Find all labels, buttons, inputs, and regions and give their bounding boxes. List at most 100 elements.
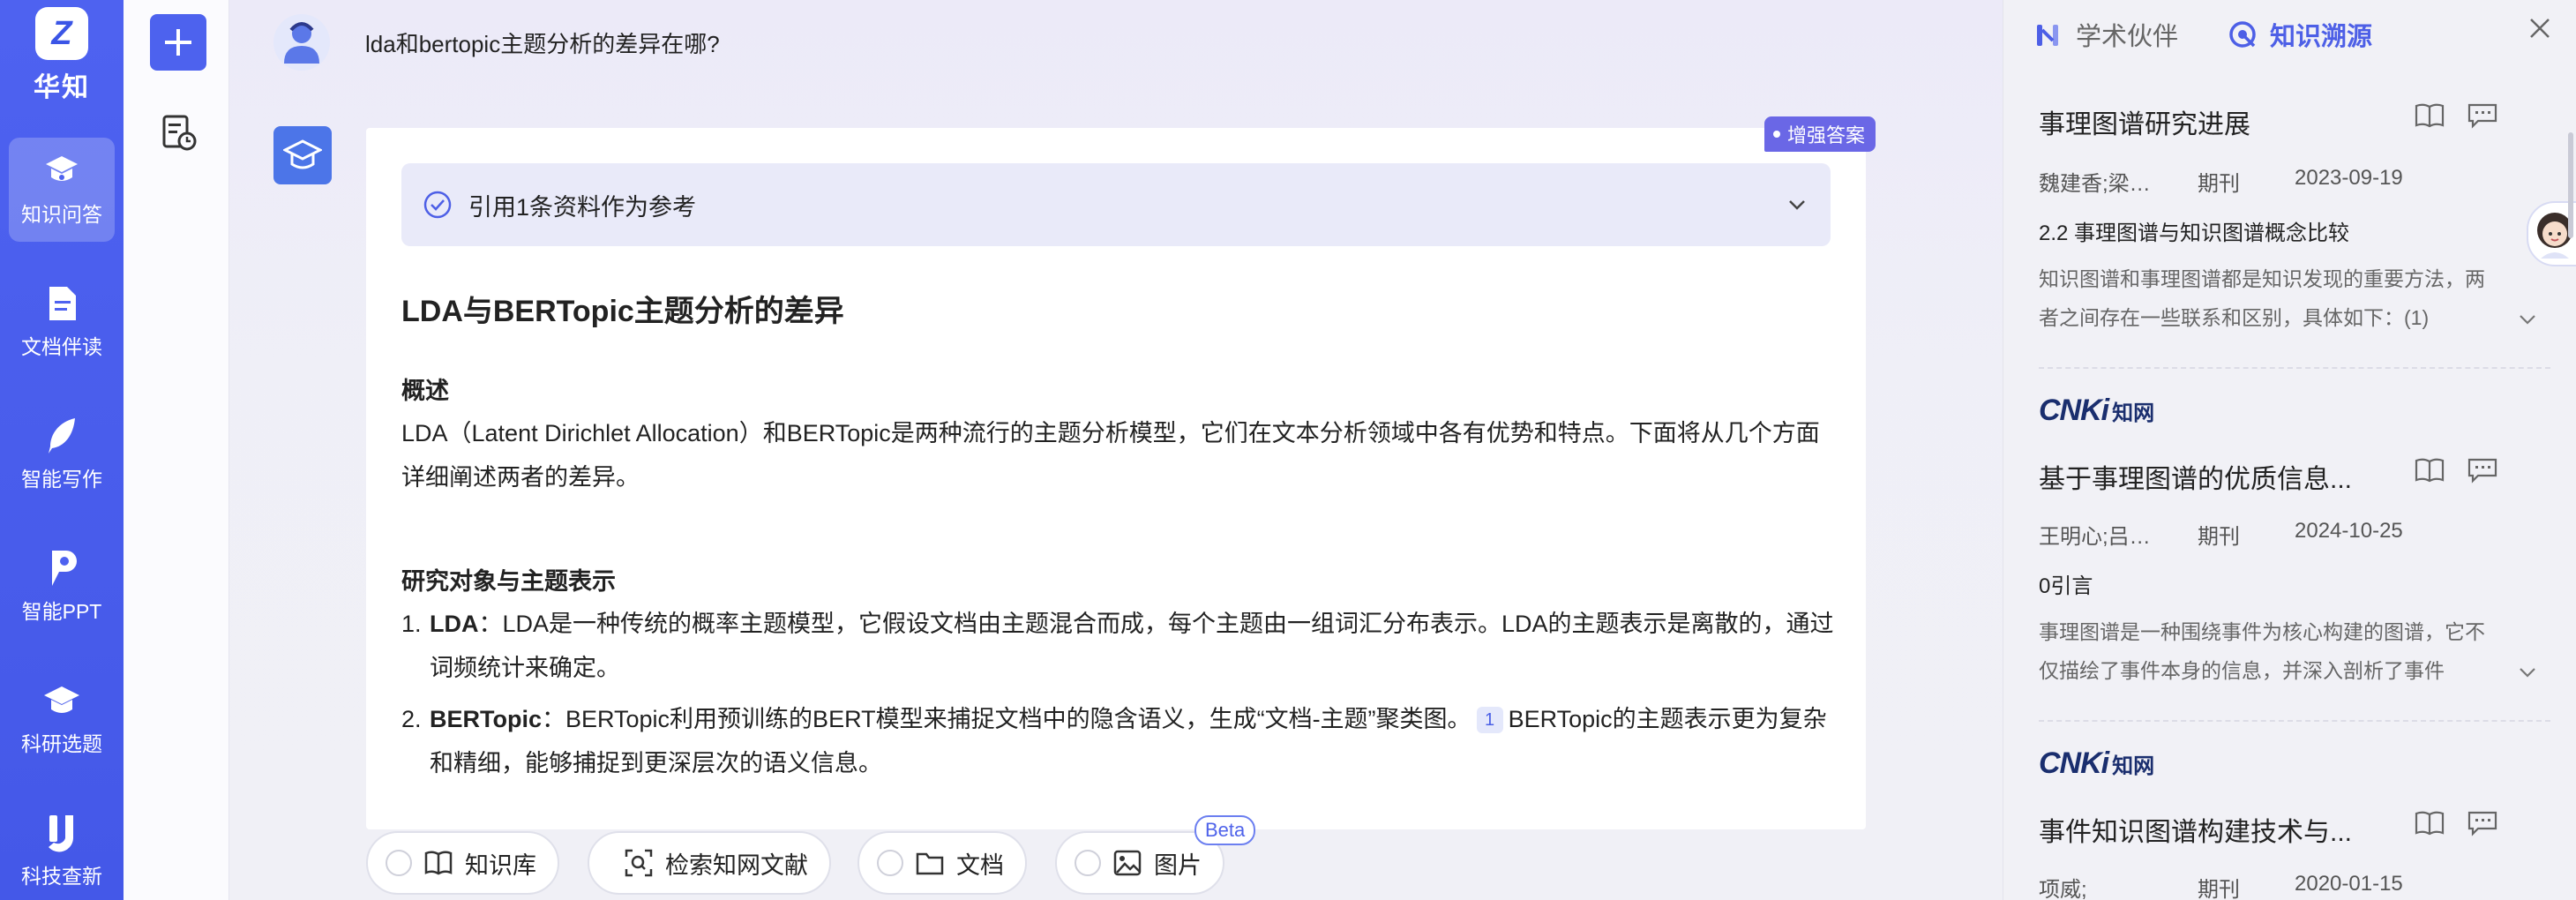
- card-snippet: 事理图谱是一种围绕事件为核心构建的图谱，它不仅描绘了事件本身的信息，并深入剖析了…: [2039, 620, 2485, 682]
- chevron-down-icon: [1789, 200, 1805, 210]
- list-item: 2. BERTopic：BERTopic利用预训练的BERT模型来捕捉文档中的隐含…: [401, 697, 1839, 785]
- trace-icon: [2229, 21, 2256, 48]
- read-book-icon[interactable]: [2415, 457, 2445, 484]
- scan-search-icon: [625, 849, 653, 877]
- book-icon: [424, 851, 453, 875]
- card-meta: 王明心;吕赛鸽;... 期刊 2024-10-25: [2039, 519, 2403, 550]
- right-panel-scrollbar[interactable]: [2568, 132, 2573, 238]
- search-new-icon: [42, 814, 81, 852]
- user-question: lda和bertopic主题分析的差异在哪?: [365, 31, 720, 57]
- nav-label: 智能PPT: [21, 600, 102, 623]
- knowledge-base-chip[interactable]: 知识库: [366, 831, 559, 895]
- nav-item-novelty-search[interactable]: 科技查新: [9, 799, 115, 900]
- tab-knowledge-tracing[interactable]: 知识溯源: [2228, 16, 2372, 53]
- partner-icon: [2037, 25, 2058, 46]
- list-term: LDA: [430, 611, 479, 637]
- tab-academic-partner[interactable]: 学术伙伴: [2033, 16, 2178, 53]
- chip-label: 文档: [956, 851, 1004, 879]
- list-item: 1. LDA：LDA是一种传统的概率主题模型，它假设文档由主题混合而成，每个主题由…: [401, 602, 1839, 690]
- card-type: 期刊: [2198, 172, 2240, 196]
- assistant-hat-icon: [283, 139, 322, 169]
- search-cnki-chip[interactable]: 检索知网文献: [588, 831, 831, 895]
- citation-marker[interactable]: 1: [1476, 707, 1503, 733]
- card-authors: 项威;: [2039, 878, 2087, 900]
- cnki-mark: CNKi: [2039, 746, 2109, 780]
- cnki-logo: CNKi 知网: [2039, 394, 2154, 428]
- read-book-icon[interactable]: [2415, 102, 2445, 129]
- comment-icon[interactable]: [2467, 457, 2497, 484]
- card-title[interactable]: 基于事理图谱的优质信息...: [2039, 457, 2392, 496]
- chip-radio[interactable]: [386, 850, 412, 876]
- card-type: 期刊: [2198, 878, 2240, 900]
- beta-badge: Beta: [1194, 815, 1256, 845]
- tool-column: [124, 0, 229, 900]
- folder-icon: [916, 852, 944, 875]
- check-circle-icon: [423, 191, 452, 219]
- answer-title: LDA与BERTopic主题分析的差异: [401, 295, 844, 328]
- tab-label: 知识溯源: [2270, 23, 2373, 51]
- nav-label: 知识问答: [21, 203, 102, 226]
- ppt-icon: [42, 549, 81, 588]
- card-date: 2023-09-19: [2295, 166, 2403, 190]
- card-date: 2024-10-25: [2295, 519, 2403, 543]
- list-text: ：LDA是一种传统的概率主题模型，它假设文档由主题混合而成，每个主题由一组词汇分…: [430, 611, 1834, 681]
- nav-item-knowledge-qa[interactable]: 知识问答: [9, 138, 115, 242]
- reference-toggle[interactable]: 引用1条资料作为参考: [401, 163, 1831, 246]
- cnki-name: 知网: [2112, 754, 2155, 778]
- chevron-down-icon[interactable]: [2515, 307, 2540, 332]
- section-heading-overview: 概述: [401, 378, 449, 404]
- app-logo[interactable]: Z: [35, 7, 88, 60]
- nav-label: 科研选题: [21, 732, 102, 755]
- card-actions: [2415, 457, 2497, 484]
- reference-label: 引用1条资料作为参考: [468, 193, 697, 221]
- comment-icon[interactable]: [2467, 810, 2497, 836]
- card-actions: [2415, 102, 2497, 129]
- card-title[interactable]: 事件知识图谱构建技术与...: [2039, 810, 2392, 849]
- user-icon: [284, 22, 319, 64]
- card-subtitle: 2.2 事理图谱与知识图谱概念比较: [2039, 221, 2350, 245]
- logo-glyph: Z: [51, 14, 72, 52]
- assistant-avatar: [273, 126, 332, 184]
- history-list-icon: [162, 115, 197, 151]
- enhanced-answer-badge: 增强答案: [1764, 116, 1876, 152]
- cnki-mark: CNKi: [2039, 394, 2109, 427]
- read-book-icon[interactable]: [2415, 810, 2445, 836]
- badge-label: 增强答案: [1787, 124, 1866, 146]
- chat-hat-icon: [42, 152, 81, 191]
- right-panel: 学术伙伴 知识溯源 事理图谱研究进展 魏建香;梁帅;朱... 期刊 2023-0…: [2003, 0, 2576, 900]
- chip-label: 图片: [1154, 851, 1202, 879]
- card-divider: [2039, 720, 2550, 722]
- document-chip[interactable]: 文档: [857, 831, 1027, 895]
- nav-label: 文档伴读: [21, 335, 102, 358]
- chip-radio[interactable]: [1075, 850, 1101, 876]
- plus-icon: [165, 29, 191, 56]
- badge-dot: [1773, 131, 1780, 138]
- nav-item-smart-ppt[interactable]: 智能PPT: [9, 535, 115, 639]
- nav-item-research-topic[interactable]: 科研选题: [9, 667, 115, 771]
- section-heading-research: 研究对象与主题表示: [401, 568, 616, 595]
- card-meta: 项威; 期刊 2020-01-15: [2039, 872, 2403, 900]
- chip-radio[interactable]: [877, 850, 903, 876]
- card-snippet: 知识图谱和事理图谱都是知识发现的重要方法，两者之间存在一些联系和区别，具体如下：…: [2039, 267, 2485, 329]
- card-meta: 魏建香;梁帅;朱... 期刊 2023-09-19: [2039, 166, 2403, 197]
- card-title[interactable]: 事理图谱研究进展: [2039, 102, 2392, 141]
- feather-pen-icon: [42, 416, 81, 455]
- new-chat-button[interactable]: [150, 14, 206, 71]
- card-subtitle: 0引言: [2039, 574, 2093, 598]
- history-button[interactable]: [159, 113, 198, 152]
- chevron-down-icon[interactable]: [2515, 660, 2540, 685]
- close-icon[interactable]: [2524, 12, 2556, 44]
- chip-label: 知识库: [465, 851, 536, 879]
- left-navigation: Z 华知 知识问答 文档伴读 智能写作 智能PPT 科研选题 科技查新: [0, 0, 124, 900]
- nav-item-document-reading[interactable]: 文档伴读: [9, 270, 115, 374]
- user-avatar: [273, 14, 330, 71]
- comment-icon[interactable]: [2467, 102, 2497, 129]
- nav-item-smart-writing[interactable]: 智能写作: [9, 402, 115, 506]
- card-divider: [2039, 367, 2550, 369]
- graduation-cap-icon: [42, 681, 81, 720]
- list-term: BERTopic: [430, 706, 542, 732]
- tab-label: 学术伙伴: [2076, 23, 2179, 51]
- document-icon: [42, 284, 81, 323]
- nav-label: 科技查新: [21, 865, 102, 888]
- list-number: 2.: [401, 706, 422, 732]
